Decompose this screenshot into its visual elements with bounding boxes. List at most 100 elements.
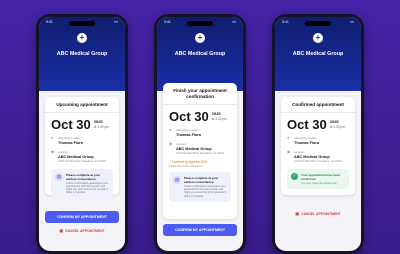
signal-icon: ▪▪▪ — [350, 20, 354, 24]
notice-text: Please complete at your earliest conveni… — [66, 173, 109, 195]
phone-finish-confirmation: 9:41 ▪▪▪ + ABC Medical Group Finish your… — [154, 14, 246, 254]
clipboard-icon: ▤ — [55, 172, 63, 181]
confirm-appointment-button[interactable]: CONFIRM MY APPOINTMENT — [45, 211, 119, 223]
location-info: Location ABC Medical Group 100 E Del Mar… — [176, 142, 224, 155]
divider — [163, 104, 237, 105]
appointment-year: 2025 — [211, 110, 221, 116]
location-pin-icon: ◆ — [169, 140, 173, 146]
person-icon: ● — [51, 134, 54, 140]
appointment-card: Confirmed appointment Oct 30 2025 at 3:3… — [281, 97, 355, 195]
notice-text: Please complete at your earliest conveni… — [184, 176, 227, 198]
confirmed-text: Your appointment has been confirmed You … — [301, 173, 345, 185]
notice-body: Online confirmation guarantees your appo… — [184, 184, 227, 198]
date-meta: 2025 at 3:30 pm — [212, 110, 227, 121]
appointment-time: at 3:30 pm — [329, 124, 345, 129]
cancel-label: CANCEL APPOINTMENT — [301, 211, 341, 216]
calendar-x-icon: ▣ — [295, 211, 300, 216]
location-label: Location — [58, 149, 69, 154]
person-icon: ● — [169, 126, 172, 132]
phone-notch — [305, 21, 331, 26]
medical-cross-icon: + — [313, 33, 323, 43]
calendar-x-icon: ▣ — [59, 228, 64, 233]
date-meta: 2025 at 3:30 pm — [330, 118, 345, 129]
progress-text: Current progress 33% — [172, 159, 208, 164]
provider-name: Thomas Flora — [176, 132, 201, 137]
location-row: ◆ Location ABC Medical Group 100 E Del M… — [51, 148, 113, 163]
provider-info: Attending provider Thomas Flora — [294, 136, 319, 145]
provider-name: Thomas Flora — [294, 140, 319, 145]
date-row: Oct 30 2025 at 3:30 pm — [169, 110, 231, 123]
provider-row: ● Attending provider Thomas Flora — [51, 134, 113, 145]
actions: CONFIRM MY APPOINTMENT — [163, 224, 237, 236]
date-meta: 2025 at 3:30 pm — [94, 118, 109, 129]
provider-label: Attending provider — [58, 135, 81, 140]
appointment-year: 2025 — [93, 118, 103, 124]
status-time: 9:41 — [164, 20, 171, 24]
person-icon: ● — [287, 134, 290, 140]
medical-cross-icon: + — [77, 33, 87, 43]
appointment-date: Oct 30 — [287, 116, 327, 132]
appointment-time: at 3:30 pm — [211, 116, 227, 121]
brand-name: ABC Medical Group — [56, 51, 108, 57]
cancel-appointment-link[interactable]: ▣ CANCEL APPOINTMENT — [281, 211, 355, 216]
notice-box: ▤ Please complete at your earliest conve… — [169, 171, 231, 202]
divider — [45, 112, 119, 113]
check-icon: ✓ — [291, 172, 298, 180]
provider-info: Attending provider Thomas Flora — [176, 128, 201, 137]
card-title: Confirmed appointment — [292, 102, 344, 107]
progress-label: ◔ Current progress 33% — [169, 160, 231, 164]
phone-screen: 9:41 ▪▪▪ + ABC Medical Group Upcoming ap… — [39, 17, 125, 251]
actions: ▣ CANCEL APPOINTMENT — [281, 211, 355, 216]
location-info: Location ABC Medical Group 100 E Del Mar… — [294, 150, 342, 163]
location-pin-icon: ◆ — [51, 148, 55, 154]
signal-icon: ▪▪▪ — [114, 20, 118, 24]
status-time: 9:41 — [282, 20, 289, 24]
actions: CONFIRM MY APPOINTMENT ▣ CANCEL APPOINTM… — [45, 211, 119, 233]
phone-confirmed: 9:41 ▪▪▪ + ABC Medical Group Confirmed a… — [272, 14, 364, 254]
confirm-appointment-button[interactable]: CONFIRM MY APPOINTMENT — [163, 224, 237, 236]
date-row: Oct 30 2025 at 3:30 pm — [287, 118, 349, 131]
progress-sub: Please fill out the online form — [169, 164, 203, 168]
brand-name: ABC Medical Group — [292, 51, 344, 57]
location-label: Location — [176, 141, 187, 146]
appointment-card: Finish your appointment confirmation Oct… — [163, 83, 237, 219]
app-header: 9:41 ▪▪▪ + ABC Medical Group — [275, 17, 361, 91]
date-row: Oct 30 2025 at 3:30 pm — [51, 118, 113, 131]
medical-cross-icon: + — [195, 33, 205, 43]
notice-title: Please complete at your earliest conveni… — [66, 172, 101, 181]
app-header: 9:41 ▪▪▪ + ABC Medical Group — [157, 17, 243, 91]
location-address: 100 E Del Mar Blvd, Pasadena, CA 91101 — [58, 159, 107, 163]
signal-icon: ▪▪▪ — [232, 20, 236, 24]
divider — [281, 112, 355, 113]
appointment-card: Upcoming appointment Oct 30 2025 at 3:30… — [45, 97, 119, 199]
appointment-date: Oct 30 — [169, 108, 209, 124]
cancel-appointment-link[interactable]: ▣ CANCEL APPOINTMENT — [45, 228, 119, 233]
notice-title: Please complete at your earliest conveni… — [184, 175, 219, 184]
phone-notch — [187, 21, 213, 26]
confirmed-notice: ✓ Your appointment has been confirmed Yo… — [287, 168, 349, 189]
phone-screen: 9:41 ▪▪▪ + ABC Medical Group Finish your… — [157, 17, 243, 251]
provider-row: ● Attending provider Thomas Flora — [287, 134, 349, 145]
provider-label: Attending provider — [294, 135, 317, 140]
location-address: 100 E Del Mar Blvd, Pasadena, CA 91101 — [294, 159, 343, 163]
card-title: Finish your appointment confirmation — [173, 88, 227, 99]
app-header: 9:41 ▪▪▪ + ABC Medical Group — [39, 17, 125, 91]
location-name: ABC Medical Group — [58, 154, 94, 159]
appointment-year: 2025 — [329, 118, 339, 124]
location-address: 100 E Del Mar Blvd, Pasadena, CA 91101 — [176, 151, 225, 155]
cancel-label: CANCEL APPOINTMENT — [65, 228, 105, 233]
phone-notch — [69, 21, 95, 26]
appointment-time: at 3:30 pm — [93, 124, 109, 129]
location-info: Location ABC Medical Group 100 E Del Mar… — [58, 150, 106, 163]
status-time: 9:41 — [46, 20, 53, 24]
notice-box: ▤ Please complete at your earliest conve… — [51, 168, 113, 199]
provider-label: Attending provider — [176, 127, 199, 132]
location-row: ◆ Location ABC Medical Group 100 E Del M… — [169, 140, 231, 155]
notice-body: Online confirmation guarantees your appo… — [66, 181, 109, 195]
location-pin-icon: ◆ — [287, 148, 291, 154]
progress-status: ◔ Current progress 33% Please fill out t… — [169, 160, 231, 168]
clipboard-icon: ▤ — [173, 175, 181, 184]
appointment-date: Oct 30 — [51, 116, 91, 132]
phone-upcoming: 9:41 ▪▪▪ + ABC Medical Group Upcoming ap… — [36, 14, 128, 254]
location-label: Location — [294, 149, 305, 154]
